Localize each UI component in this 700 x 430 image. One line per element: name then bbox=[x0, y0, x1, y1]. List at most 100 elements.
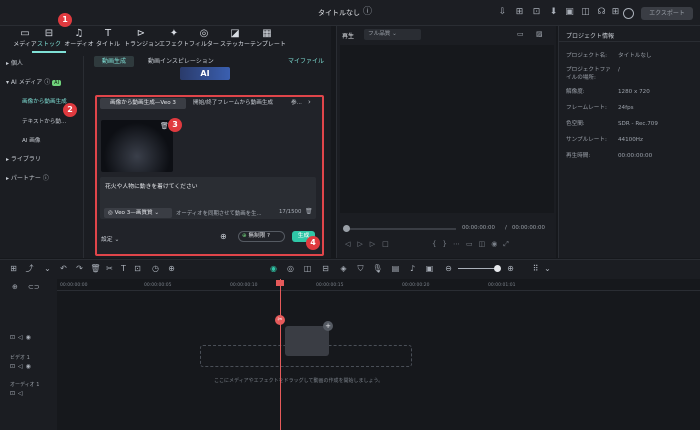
video-track-controls[interactable]: ⊡◁◉ bbox=[10, 363, 34, 370]
info-icon: ⓘ bbox=[44, 79, 51, 86]
audio-toggle-icon[interactable]: ◁ bbox=[18, 334, 26, 341]
tab-video-gen[interactable]: 動画生成 bbox=[94, 56, 135, 67]
save-icon[interactable]: ▣ bbox=[564, 7, 575, 18]
track-controls[interactable]: ⊡◁◉ bbox=[10, 334, 34, 341]
char-counter: 17/1500 bbox=[279, 209, 302, 215]
my-files-link[interactable]: マイファイル bbox=[280, 56, 332, 67]
text-icon[interactable]: T bbox=[118, 263, 129, 274]
redo-icon[interactable]: ↷ bbox=[74, 263, 85, 274]
split-dropdown-icon[interactable]: ⌄ bbox=[42, 263, 53, 274]
subtitle-icon[interactable]: ▣ bbox=[424, 263, 435, 274]
prompt-text[interactable]: 花火や人物に動きを着けてください bbox=[105, 181, 198, 190]
dialog-tab-veo3[interactable]: 画像から動画生成—Veo 3 bbox=[100, 98, 186, 109]
playback-controls[interactable]: ◁▷▷□ bbox=[345, 240, 396, 248]
tab-effect[interactable]: ✦ エフェクト bbox=[157, 27, 191, 53]
info-icon[interactable]: ⓘ bbox=[362, 7, 373, 18]
tab-template[interactable]: ▦ テンプレート bbox=[250, 27, 286, 53]
step-back-icon[interactable]: ▷ bbox=[357, 240, 369, 248]
quality-select[interactable]: フル品質 ⌄ bbox=[364, 29, 421, 40]
tab-title[interactable]: T タイトル bbox=[91, 27, 125, 53]
delete-icon[interactable]: 🗑 bbox=[90, 263, 101, 274]
crop-icon[interactable]: ⊡ bbox=[531, 7, 542, 18]
mark-in-icon[interactable]: { bbox=[432, 240, 442, 248]
model-select[interactable]: ◎ Veo 3—画質質 ⌄ bbox=[104, 208, 172, 218]
image-icon[interactable]: ▨ bbox=[536, 30, 543, 38]
zoom-out-icon[interactable]: ⊖ bbox=[443, 263, 454, 274]
headset-icon[interactable]: ☊ bbox=[596, 7, 607, 18]
ai-tool-icon[interactable]: ◉ bbox=[268, 263, 279, 274]
mask-icon[interactable]: ◎ bbox=[285, 263, 296, 274]
visibility-icon[interactable]: ◉ bbox=[26, 334, 34, 341]
download-icon[interactable]: ⬇ bbox=[548, 7, 559, 18]
playback-scrubber[interactable] bbox=[346, 228, 456, 230]
audio-icon[interactable]: ♪ bbox=[407, 263, 418, 274]
more-tools-icon[interactable]: ⊕ bbox=[166, 263, 177, 274]
playhead[interactable] bbox=[280, 279, 281, 430]
snap-icon[interactable]: ⊟ bbox=[320, 263, 331, 274]
clear-prompt-icon[interactable]: 🗑 bbox=[305, 208, 313, 215]
select-icon[interactable]: ⤴ bbox=[24, 263, 35, 274]
audio-track-controls[interactable]: ⊡◁ bbox=[10, 390, 26, 397]
notification-icon[interactable]: ◫ bbox=[580, 7, 591, 18]
tab-stock[interactable]: ⊟ ストック bbox=[32, 27, 66, 53]
tab-inspiration[interactable]: 動画インスピレーション bbox=[140, 56, 222, 67]
audio-toggle-icon[interactable]: ◁ bbox=[18, 363, 26, 370]
snapshot-icon[interactable]: ▭ bbox=[517, 30, 524, 38]
monitor-icon[interactable]: ▭ bbox=[466, 240, 479, 248]
tab-sticker[interactable]: ◪ ステッカー bbox=[218, 27, 252, 53]
prop-key: 解像度: bbox=[566, 89, 585, 95]
sidebar-item-ai-media[interactable]: ▾ AI メディア ⓘ AI bbox=[6, 77, 82, 89]
camera-icon[interactable]: ◫ bbox=[479, 240, 492, 248]
settings-dropdown[interactable]: 設定 ⌄ bbox=[101, 234, 119, 243]
microphone-icon[interactable]: 🎙 bbox=[372, 263, 383, 274]
callout-3: 3 bbox=[168, 118, 182, 132]
cut-icon[interactable]: ✂ bbox=[104, 263, 115, 274]
stop-icon[interactable]: □ bbox=[382, 240, 396, 248]
marker-icon[interactable]: ◈ bbox=[338, 263, 349, 274]
audio-toggle-icon[interactable]: ◁ bbox=[18, 390, 26, 397]
chevron-down-icon[interactable]: ⌄ bbox=[542, 263, 553, 274]
unlimited-toggle[interactable]: ⊕ 無制限 ? bbox=[238, 231, 285, 242]
fullscreen-icon[interactable]: ⤢ bbox=[503, 240, 515, 248]
avatar[interactable] bbox=[623, 8, 634, 19]
sidebar-item-library[interactable]: ▸ ライブラリ bbox=[6, 154, 82, 166]
sidebar-item-partner[interactable]: ▸ パートナー ⓘ bbox=[6, 173, 82, 185]
cost-settings-icon[interactable]: ⊕ bbox=[220, 232, 227, 241]
undo-icon[interactable]: ↶ bbox=[58, 263, 69, 274]
volume-icon[interactable]: ◉ bbox=[491, 240, 503, 248]
present-icon[interactable]: ⇩ bbox=[497, 7, 508, 18]
export-button[interactable]: エクスポート bbox=[641, 7, 693, 20]
scene-icon[interactable]: ◫ bbox=[302, 263, 313, 274]
grid-icon[interactable]: ⠿ bbox=[530, 263, 541, 274]
layout-icon[interactable]: ⊞ bbox=[8, 263, 19, 274]
mark-out-icon[interactable]: } bbox=[442, 240, 452, 248]
tab-transition[interactable]: ⊳ トランジョン bbox=[124, 27, 160, 53]
zoom-in-icon[interactable]: ⊕ bbox=[505, 263, 516, 274]
more-icon[interactable]: ⋯ bbox=[453, 240, 466, 248]
tab-filter[interactable]: ◎ フィルター bbox=[187, 27, 221, 53]
lock-icon[interactable]: ⊡ bbox=[10, 363, 18, 370]
voiceover-icon[interactable]: ▤ bbox=[390, 263, 401, 274]
crop-icon[interactable]: ⊡ bbox=[132, 263, 143, 274]
gift-icon[interactable]: ⊞ bbox=[514, 7, 525, 18]
play-icon[interactable]: ▷ bbox=[370, 240, 382, 248]
zoom-handle[interactable] bbox=[494, 265, 501, 272]
lock-icon[interactable]: ⊡ bbox=[10, 334, 18, 341]
dialog-tab-reference[interactable]: 参... bbox=[291, 98, 302, 109]
add-media-icon[interactable]: + bbox=[323, 321, 333, 331]
chevron-right-icon[interactable]: › bbox=[308, 98, 311, 106]
prev-frame-icon[interactable]: ◁ bbox=[345, 240, 357, 248]
add-track-icon[interactable]: ⊕ bbox=[12, 283, 18, 291]
split-icon[interactable]: ✂ bbox=[275, 315, 285, 325]
preview-tools[interactable]: {}⋯▭◫◉⤢ bbox=[432, 240, 515, 249]
shield-icon[interactable]: ⛉ bbox=[355, 263, 366, 274]
sidebar-item-personal[interactable]: ▸ 個人 bbox=[6, 58, 82, 70]
dialog-tab-frames[interactable]: 開始/終了フレームから動画生成 bbox=[193, 98, 273, 109]
scrubber-handle[interactable] bbox=[343, 225, 350, 232]
playhead-handle[interactable] bbox=[276, 280, 284, 286]
speed-icon[interactable]: ◷ bbox=[150, 263, 161, 274]
grid-icon[interactable]: ⊞ bbox=[610, 7, 621, 18]
lock-icon[interactable]: ⊡ bbox=[10, 390, 18, 397]
visibility-icon[interactable]: ◉ bbox=[26, 363, 34, 370]
link-icon[interactable]: ⊂⊃ bbox=[28, 283, 40, 291]
